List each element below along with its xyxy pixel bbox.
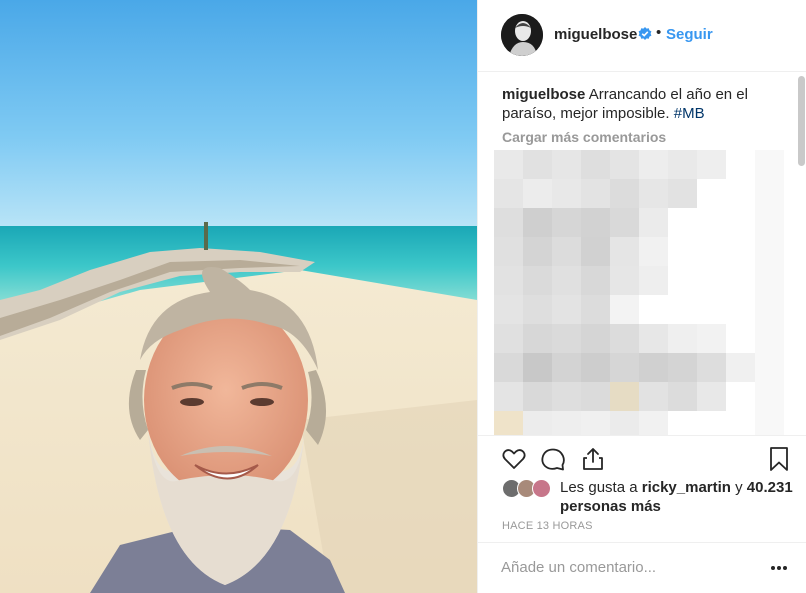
- comment-input[interactable]: [501, 559, 751, 576]
- post-header: miguelbose • Seguir: [478, 0, 806, 72]
- likes-join: y: [735, 479, 743, 496]
- post-timestamp[interactable]: HACE 13 HORAS: [502, 520, 593, 532]
- avatar[interactable]: [501, 14, 543, 56]
- comment-icon[interactable]: [540, 446, 566, 472]
- post-side-panel: miguelbose • Seguir miguelbose Arrancand…: [477, 0, 806, 593]
- beach-selfie-image: [0, 0, 477, 593]
- comments-scrollbar[interactable]: [798, 76, 805, 166]
- liker-avatars: [502, 479, 554, 499]
- avatar-image: [501, 14, 543, 56]
- more-options-icon[interactable]: [770, 565, 788, 571]
- caption: miguelbose Arrancando el año en el paraí…: [502, 85, 782, 123]
- verified-badge-icon: [638, 27, 652, 40]
- liker-avatar[interactable]: [532, 479, 551, 498]
- share-icon[interactable]: [580, 446, 606, 472]
- follow-button[interactable]: Seguir: [666, 26, 713, 43]
- post-photo[interactable]: [0, 0, 477, 593]
- action-bar: [478, 435, 806, 475]
- likes-text: Les gusta a ricky_martin y 40.231 person…: [560, 478, 800, 516]
- load-more-comments-button[interactable]: Cargar más comentarios: [502, 129, 666, 145]
- caption-username[interactable]: miguelbose: [502, 86, 585, 103]
- hashtag-link[interactable]: #MB: [674, 105, 705, 122]
- username-link[interactable]: miguelbose: [554, 26, 637, 43]
- add-comment-bar: [478, 542, 806, 593]
- pixelated-block: [494, 150, 784, 435]
- heart-icon[interactable]: [501, 446, 527, 472]
- separator-dot: •: [656, 24, 662, 41]
- likes-prefix: Les gusta a: [560, 479, 638, 496]
- bookmark-icon[interactable]: [766, 446, 792, 472]
- obscured-comments-area: [494, 150, 784, 435]
- liker-username-link[interactable]: ricky_martin: [642, 479, 731, 496]
